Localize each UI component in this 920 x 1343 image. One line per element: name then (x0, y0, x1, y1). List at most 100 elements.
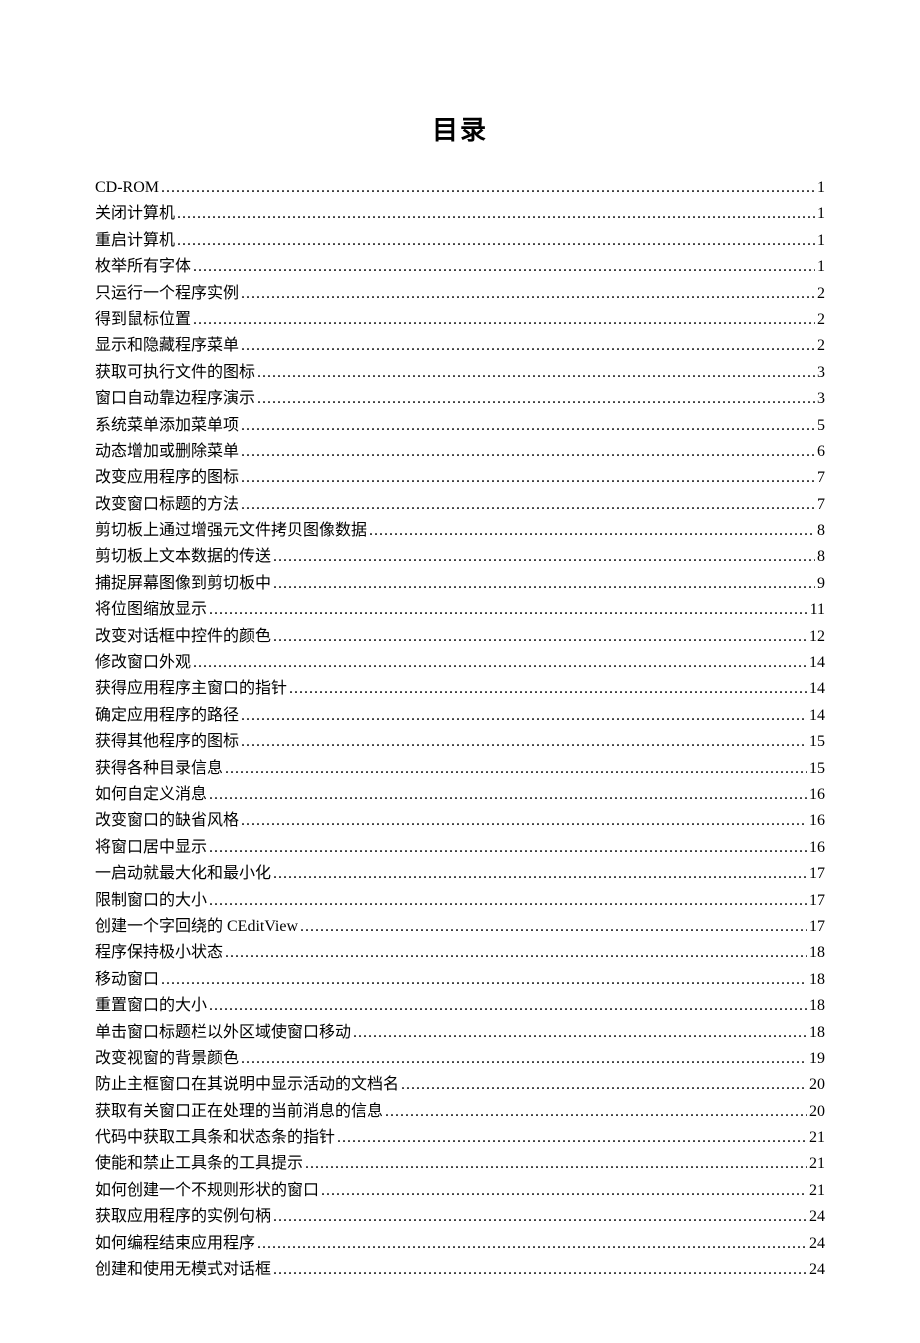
toc-leader-dots (193, 650, 807, 676)
toc-entry-label: 防止主框窗口在其说明中显示活动的文档名 (95, 1072, 399, 1098)
toc-leader-dots (193, 254, 815, 280)
toc-entry[interactable]: 剪切板上文本数据的传送8 (95, 544, 825, 570)
toc-entry-page: 24 (809, 1231, 825, 1257)
toc-entry-label: 窗口自动靠边程序演示 (95, 386, 255, 412)
toc-entry-page: 15 (809, 729, 825, 755)
toc-entry-page: 24 (809, 1257, 825, 1283)
toc-entry-label: 创建和使用无模式对话框 (95, 1257, 271, 1283)
toc-entry-label: 获取可执行文件的图标 (95, 360, 255, 386)
toc-entry[interactable]: 代码中获取工具条和状态条的指针 21 (95, 1125, 825, 1151)
toc-entry-page: 17 (809, 888, 825, 914)
toc-entry-label: 获得应用程序主窗口的指针 (95, 676, 287, 702)
toc-leader-dots (273, 1204, 807, 1230)
toc-entry-label: 代码中获取工具条和状态条的指针 (95, 1125, 335, 1151)
toc-leader-dots (257, 360, 815, 386)
toc-entry[interactable]: 获得应用程序主窗口的指针14 (95, 676, 825, 702)
toc-entry-label: 单击窗口标题栏以外区域使窗口移动 (95, 1020, 351, 1046)
toc-entry-label: 获得其他程序的图标 (95, 729, 239, 755)
toc-entry-label: 确定应用程序的路径 (95, 703, 239, 729)
toc-leader-dots (257, 386, 815, 412)
toc-entry[interactable]: 创建和使用无模式对话框 24 (95, 1257, 825, 1283)
toc-entry[interactable]: 重置窗口的大小18 (95, 993, 825, 1019)
toc-entry[interactable]: 改变窗口标题的方法 7 (95, 492, 825, 518)
toc-entry[interactable]: 关闭计算机1 (95, 201, 825, 227)
toc-leader-dots (257, 1231, 807, 1257)
toc-entry-page: 15 (809, 756, 825, 782)
toc-entry-page: 20 (809, 1099, 825, 1125)
toc-entry[interactable]: 剪切板上通过增强元文件拷贝图像数据8 (95, 518, 825, 544)
toc-entry[interactable]: 获取可执行文件的图标 3 (95, 360, 825, 386)
toc-entry[interactable]: 程序保持极小状态18 (95, 940, 825, 966)
toc-leader-dots (177, 201, 815, 227)
toc-entry[interactable]: 获取有关窗口正在处理的当前消息的信息 20 (95, 1099, 825, 1125)
toc-entry[interactable]: 改变应用程序的图标7 (95, 465, 825, 491)
toc-leader-dots (209, 888, 807, 914)
toc-entry[interactable]: 将位图缩放显示11 (95, 597, 825, 623)
toc-leader-dots (241, 703, 807, 729)
toc-entry[interactable]: 系统菜单添加菜单项5 (95, 413, 825, 439)
toc-entry-page: 14 (809, 650, 825, 676)
document-page: 目录 CD-ROM1关闭计算机1重启计算机1枚举所有字体1只运行一个程序实例2得… (0, 0, 920, 1343)
toc-entry-label: 枚举所有字体 (95, 254, 191, 280)
toc-leader-dots (305, 1151, 807, 1177)
toc-entry-page: 21 (809, 1125, 825, 1151)
toc-entry[interactable]: 确定应用程序的路径14 (95, 703, 825, 729)
toc-entry-page: 2 (817, 307, 825, 333)
toc-entry[interactable]: 得到鼠标位置 2 (95, 307, 825, 333)
toc-entry-label: 改变应用程序的图标 (95, 465, 239, 491)
toc-leader-dots (241, 729, 807, 755)
toc-entry-page: 18 (809, 1020, 825, 1046)
toc-entry-page: 7 (817, 492, 825, 518)
toc-entry[interactable]: 创建一个字回绕的 CEditView17 (95, 914, 825, 940)
toc-entry[interactable]: 动态增加或删除菜单6 (95, 439, 825, 465)
toc-leader-dots (161, 175, 815, 201)
toc-entry-label: 剪切板上通过增强元文件拷贝图像数据 (95, 518, 367, 544)
toc-entry[interactable]: 修改窗口外观14 (95, 650, 825, 676)
toc-entry[interactable]: 只运行一个程序实例2 (95, 281, 825, 307)
toc-entry[interactable]: 将窗口居中显示16 (95, 835, 825, 861)
toc-entry-label: 改变窗口标题的方法 (95, 492, 239, 518)
toc-entry[interactable]: 窗口自动靠边程序演示 3 (95, 386, 825, 412)
toc-entry[interactable]: 单击窗口标题栏以外区域使窗口移动 18 (95, 1020, 825, 1046)
toc-entry[interactable]: 改变对话框中控件的颜色12 (95, 624, 825, 650)
toc-entry[interactable]: 显示和隐藏程序菜单2 (95, 333, 825, 359)
toc-entry[interactable]: 如何创建一个不规则形状的窗口21 (95, 1178, 825, 1204)
toc-entry-label: 重置窗口的大小 (95, 993, 207, 1019)
toc-entry[interactable]: 枚举所有字体1 (95, 254, 825, 280)
toc-entry-page: 3 (817, 360, 825, 386)
toc-entry[interactable]: 获取应用程序的实例句柄24 (95, 1204, 825, 1230)
toc-entry-page: 1 (817, 228, 825, 254)
toc-entry[interactable]: 如何自定义消息16 (95, 782, 825, 808)
toc-entry[interactable]: 如何编程结束应用程序 24 (95, 1231, 825, 1257)
toc-entry[interactable]: 移动窗口18 (95, 967, 825, 993)
toc-entry-page: 9 (817, 571, 825, 597)
toc-leader-dots (209, 597, 808, 623)
toc-entry-page: 20 (809, 1072, 825, 1098)
toc-entry-page: 16 (809, 808, 825, 834)
toc-entry[interactable]: 使能和禁止工具条的工具提示21 (95, 1151, 825, 1177)
toc-entry-label: 如何创建一个不规则形状的窗口 (95, 1178, 319, 1204)
toc-entry-label: 如何编程结束应用程序 (95, 1231, 255, 1257)
toc-entry[interactable]: 限制窗口的大小 17 (95, 888, 825, 914)
toc-entry[interactable]: 改变窗口的缺省风格16 (95, 808, 825, 834)
toc-entry[interactable]: CD-ROM1 (95, 175, 825, 201)
toc-entry[interactable]: 获得各种目录信息15 (95, 756, 825, 782)
toc-entry[interactable]: 一启动就最大化和最小化17 (95, 861, 825, 887)
toc-entry[interactable]: 重启计算机1 (95, 228, 825, 254)
toc-entry[interactable]: 防止主框窗口在其说明中显示活动的文档名 20 (95, 1072, 825, 1098)
toc-leader-dots (289, 676, 807, 702)
toc-entry[interactable]: 改变视窗的背景颜色19 (95, 1046, 825, 1072)
toc-leader-dots (225, 940, 807, 966)
toc-leader-dots (337, 1125, 807, 1151)
toc-entry-label: 得到鼠标位置 (95, 307, 191, 333)
toc-leader-dots (209, 835, 807, 861)
toc-entry-label: 获取有关窗口正在处理的当前消息的信息 (95, 1099, 383, 1125)
toc-entry-label: 限制窗口的大小 (95, 888, 207, 914)
toc-entry-label: 捕捉屏幕图像到剪切板中 (95, 571, 271, 597)
toc-entry-label: 系统菜单添加菜单项 (95, 413, 239, 439)
toc-entry-page: 3 (817, 386, 825, 412)
toc-entry-label: 将位图缩放显示 (95, 597, 207, 623)
toc-entry[interactable]: 捕捉屏幕图像到剪切板中 9 (95, 571, 825, 597)
toc-entry[interactable]: 获得其他程序的图标 15 (95, 729, 825, 755)
toc-leader-dots (241, 333, 815, 359)
